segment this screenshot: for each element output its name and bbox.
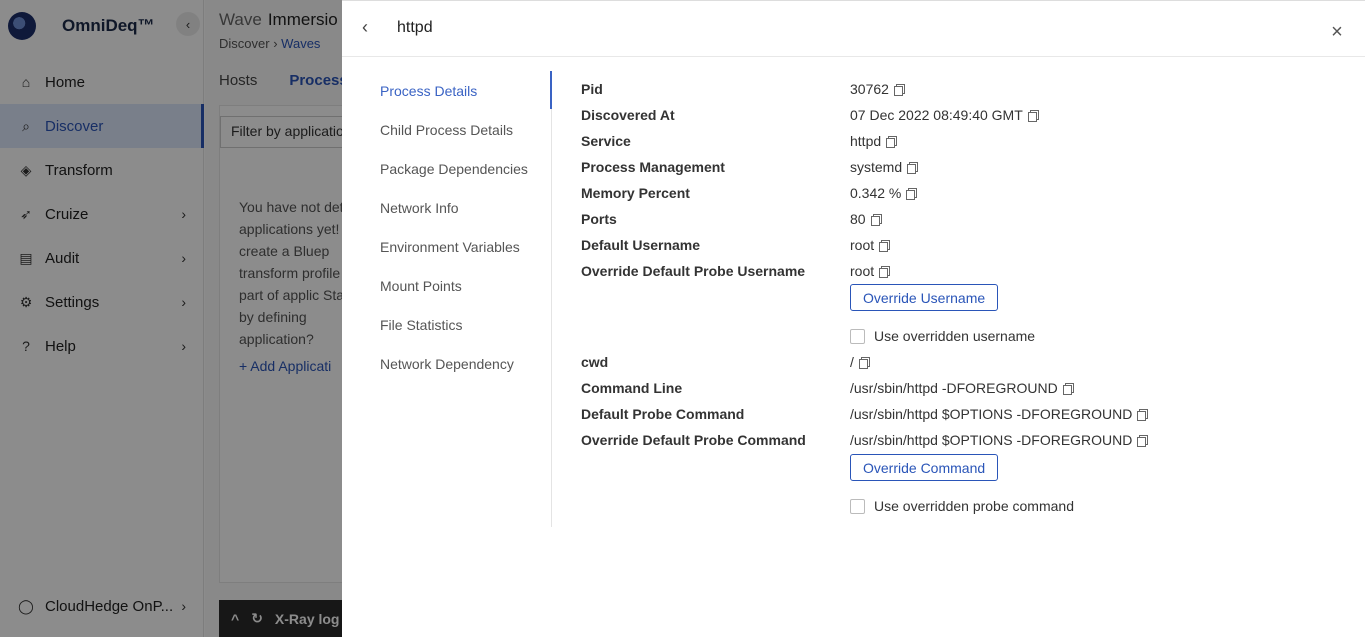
detail-value: root	[850, 263, 891, 279]
detail-row-override-probe-command: Override Default Probe Command /usr/sbin…	[581, 432, 1341, 452]
detail-row-override-probe-username: Override Default Probe Username root	[581, 263, 1341, 283]
detail-value: 0.342 %	[850, 185, 918, 201]
detail-label: Process Management	[581, 159, 725, 175]
use-overridden-probe-command-checkbox[interactable]	[850, 498, 865, 514]
subnav-file-statistics[interactable]: File Statistics	[380, 305, 551, 344]
detail-value-text: 0.342 %	[850, 185, 902, 201]
detail-label: Default Username	[581, 237, 701, 253]
detail-label: Ports	[581, 211, 617, 227]
detail-row-memory-percent: Memory Percent 0.342 %	[581, 185, 1341, 205]
detail-label: Pid	[581, 81, 603, 97]
subnav-network-dependency[interactable]: Network Dependency	[380, 344, 551, 383]
copy-icon[interactable]	[1062, 382, 1074, 395]
copy-icon[interactable]	[879, 239, 891, 252]
detail-value-text: 80	[850, 211, 866, 227]
subnav-child-process-details[interactable]: Child Process Details	[380, 110, 551, 149]
detail-label: cwd	[581, 354, 609, 370]
modal-backdrop[interactable]	[0, 0, 342, 637]
detail-row-discovered-at: Discovered At 07 Dec 2022 08:49:40 GMT	[581, 107, 1341, 127]
copy-icon[interactable]	[879, 265, 891, 278]
drawer-title: httpd	[397, 19, 433, 36]
subnav-network-info[interactable]: Network Info	[380, 188, 551, 227]
detail-value: httpd	[850, 133, 898, 149]
detail-row-ports: Ports 80	[581, 211, 1341, 231]
detail-value-text: systemd	[850, 159, 903, 175]
detail-value-text: root	[850, 237, 875, 253]
detail-row-command-line: Command Line /usr/sbin/httpd -DFOREGROUN…	[581, 380, 1341, 400]
detail-value-text: 30762	[850, 81, 889, 97]
subnav-process-details[interactable]: Process Details	[380, 71, 552, 110]
copy-icon[interactable]	[906, 187, 918, 200]
detail-value: 07 Dec 2022 08:49:40 GMT	[850, 107, 1039, 123]
detail-value-text: 07 Dec 2022 08:49:40 GMT	[850, 107, 1023, 123]
copy-icon[interactable]	[870, 213, 882, 226]
detail-label: Override Default Probe Username	[581, 263, 806, 279]
copy-icon[interactable]	[907, 161, 919, 174]
copy-icon[interactable]	[1137, 434, 1149, 447]
detail-value: /usr/sbin/httpd $OPTIONS -DFOREGROUND	[850, 432, 1149, 448]
checkbox-label: Use overridden username	[874, 328, 1036, 344]
detail-row-service: Service httpd	[581, 133, 1341, 153]
detail-value: systemd	[850, 159, 919, 175]
detail-value: root	[850, 237, 891, 253]
detail-row-cwd: cwd /	[581, 354, 1341, 374]
copy-icon[interactable]	[1137, 408, 1149, 421]
detail-value-text: httpd	[850, 133, 882, 149]
subnav-environment-variables[interactable]: Environment Variables	[380, 227, 551, 266]
detail-value: 30762	[850, 81, 905, 97]
detail-label: Override Default Probe Command	[581, 432, 806, 448]
subnav-mount-points[interactable]: Mount Points	[380, 266, 551, 305]
use-overridden-username-option[interactable]: Use overridden username	[850, 326, 1035, 346]
detail-value-text: root	[850, 263, 875, 279]
detail-row-default-probe-command: Default Probe Command /usr/sbin/httpd $O…	[581, 406, 1341, 426]
detail-row-default-username: Default Username root	[581, 237, 1341, 257]
detail-value: /	[850, 354, 870, 370]
detail-value: /usr/sbin/httpd $OPTIONS -DFOREGROUND	[850, 406, 1149, 422]
detail-value-text: /usr/sbin/httpd -DFOREGROUND	[850, 380, 1058, 396]
detail-label: Memory Percent	[581, 185, 690, 201]
use-overridden-username-checkbox[interactable]	[850, 328, 865, 344]
override-username-button[interactable]: Override Username	[850, 284, 999, 311]
back-icon[interactable]: ‹	[362, 17, 378, 37]
detail-label: Default Probe Command	[581, 406, 745, 422]
detail-row-process-management: Process Management systemd	[581, 159, 1341, 179]
drawer-subnav: Process Details Child Process Details Pa…	[380, 71, 552, 527]
detail-value-text: /	[850, 354, 854, 370]
copy-icon[interactable]	[893, 83, 905, 96]
close-icon[interactable]: ×	[1328, 22, 1346, 42]
copy-icon[interactable]	[1027, 109, 1039, 122]
drawer-header: ‹ httpd ×	[342, 1, 1365, 57]
detail-label: Command Line	[581, 380, 683, 396]
detail-value: /usr/sbin/httpd -DFOREGROUND	[850, 380, 1074, 396]
process-drawer: ‹ httpd × Process Details Child Process …	[342, 0, 1365, 637]
detail-value-text: /usr/sbin/httpd $OPTIONS -DFOREGROUND	[850, 406, 1133, 422]
detail-label: Discovered At	[581, 107, 675, 123]
detail-row-pid: Pid 30762	[581, 81, 1341, 101]
checkbox-label: Use overridden probe command	[874, 498, 1074, 514]
override-command-button[interactable]: Override Command	[850, 454, 999, 481]
subnav-package-dependencies[interactable]: Package Dependencies	[380, 149, 551, 188]
detail-value: 80	[850, 211, 882, 227]
copy-icon[interactable]	[886, 135, 898, 148]
use-overridden-probe-command-option[interactable]: Use overridden probe command	[850, 496, 1074, 516]
copy-icon[interactable]	[858, 356, 870, 369]
detail-value-text: /usr/sbin/httpd $OPTIONS -DFOREGROUND	[850, 432, 1133, 448]
detail-label: Service	[581, 133, 631, 149]
